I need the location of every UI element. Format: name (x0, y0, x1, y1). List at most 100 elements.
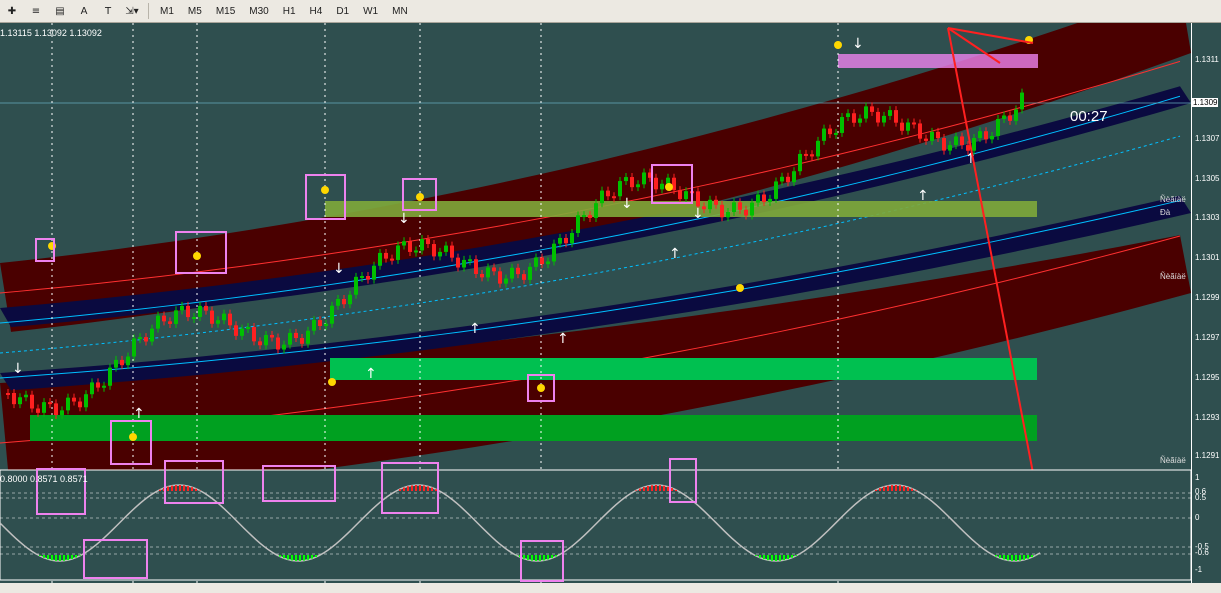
candle (30, 394, 34, 409)
candle (450, 245, 454, 258)
candle (612, 196, 616, 199)
candle (636, 184, 640, 188)
candle (378, 252, 382, 266)
candle (354, 276, 358, 295)
candle (978, 131, 982, 139)
candle (42, 402, 46, 413)
candle (222, 313, 226, 321)
timeframe-m15[interactable]: M15 (211, 2, 240, 20)
candle (1002, 115, 1006, 119)
candle (882, 115, 886, 123)
fibonacci-tool-button[interactable]: ≡ (26, 2, 46, 20)
candle (750, 202, 754, 216)
signal-dot (416, 193, 424, 201)
candle (504, 278, 508, 284)
candle (906, 122, 910, 131)
indicator-tick: 1 (1195, 473, 1200, 482)
candle (720, 204, 724, 218)
candle (660, 183, 664, 190)
indicator-tick: -0.6 (1195, 548, 1209, 557)
candle (582, 215, 586, 218)
candle (312, 320, 316, 331)
signal-label: Ñèãíàë (1160, 456, 1186, 465)
candle (444, 245, 448, 252)
candle (12, 393, 16, 405)
text-tool-button[interactable]: A (74, 2, 94, 20)
timeframe-h1[interactable]: H1 (278, 2, 301, 20)
candle (1020, 92, 1024, 110)
timeframe-m5[interactable]: M5 (183, 2, 207, 20)
candle (96, 382, 100, 388)
candle (198, 305, 202, 317)
candle (804, 153, 808, 156)
price-chart[interactable]: ↓↑↓↑↓↑↑↓↑↓↓↑↑ (0, 23, 1191, 583)
candle (684, 191, 688, 200)
candle (132, 338, 136, 357)
drawing-tools: ✚ ≡ ▤ A T ⇲▾ (0, 2, 144, 20)
price-tick: 1.1297 (1195, 333, 1220, 342)
candle (366, 276, 370, 280)
crosshair-tool-button[interactable]: ✚ (2, 2, 22, 20)
timeframe-bar: M1 M5 M15 M30 H1 H4 D1 W1 MN (153, 2, 415, 20)
candle (870, 106, 874, 112)
candle (588, 215, 592, 218)
candle (768, 198, 772, 202)
candle (114, 359, 118, 368)
candle (540, 257, 544, 265)
candle (384, 252, 388, 259)
candle (246, 327, 250, 330)
candle (996, 118, 1000, 136)
timeframe-h4[interactable]: H4 (305, 2, 328, 20)
candle (642, 172, 646, 185)
candle (528, 266, 532, 280)
candle (36, 408, 40, 413)
candle (714, 199, 718, 205)
up-arrow-icon: ↑ (365, 366, 377, 382)
arrows-tool-button[interactable]: ⇲▾ (122, 2, 142, 20)
candle (624, 177, 628, 182)
price-tick: 1.1303 (1195, 213, 1220, 222)
candle (72, 397, 76, 402)
indicator-tick: -1 (1195, 565, 1203, 574)
candle (894, 110, 898, 123)
candle (678, 190, 682, 200)
timeframe-m1[interactable]: M1 (155, 2, 179, 20)
indicator-tick: 0 (1195, 513, 1200, 522)
text-label-tool-button[interactable]: T (98, 2, 118, 20)
down-arrow-icon: ↓ (692, 206, 704, 222)
price-tick: 1.1305 (1195, 174, 1220, 183)
candle (462, 259, 466, 268)
candle (852, 113, 856, 123)
candle (840, 117, 844, 133)
signal-dot (834, 41, 842, 49)
candle (774, 181, 778, 199)
candle (18, 397, 22, 405)
candle (282, 344, 286, 350)
candle (390, 258, 394, 261)
candle (918, 123, 922, 139)
candle (552, 243, 556, 262)
timeframe-d1[interactable]: D1 (331, 2, 354, 20)
timeframe-mn[interactable]: MN (387, 2, 413, 20)
candle (474, 259, 478, 274)
candle (66, 397, 70, 411)
current-price-label: 1.1309 (1192, 98, 1219, 107)
candle (762, 194, 766, 202)
candle (360, 276, 364, 279)
fibonacci-fan-tool-button[interactable]: ▤ (50, 2, 70, 20)
candle (438, 251, 442, 257)
up-arrow-icon: ↑ (557, 331, 569, 347)
candle (726, 212, 730, 218)
candle (432, 244, 436, 257)
candle (426, 239, 430, 245)
candle (180, 305, 184, 311)
candle (936, 131, 940, 139)
candle (792, 171, 796, 183)
candle (564, 237, 568, 244)
candle (654, 177, 658, 190)
timeframe-w1[interactable]: W1 (358, 2, 383, 20)
candle (306, 330, 310, 344)
candle (876, 111, 880, 123)
timeframe-m30[interactable]: M30 (244, 2, 273, 20)
candle (708, 199, 712, 210)
